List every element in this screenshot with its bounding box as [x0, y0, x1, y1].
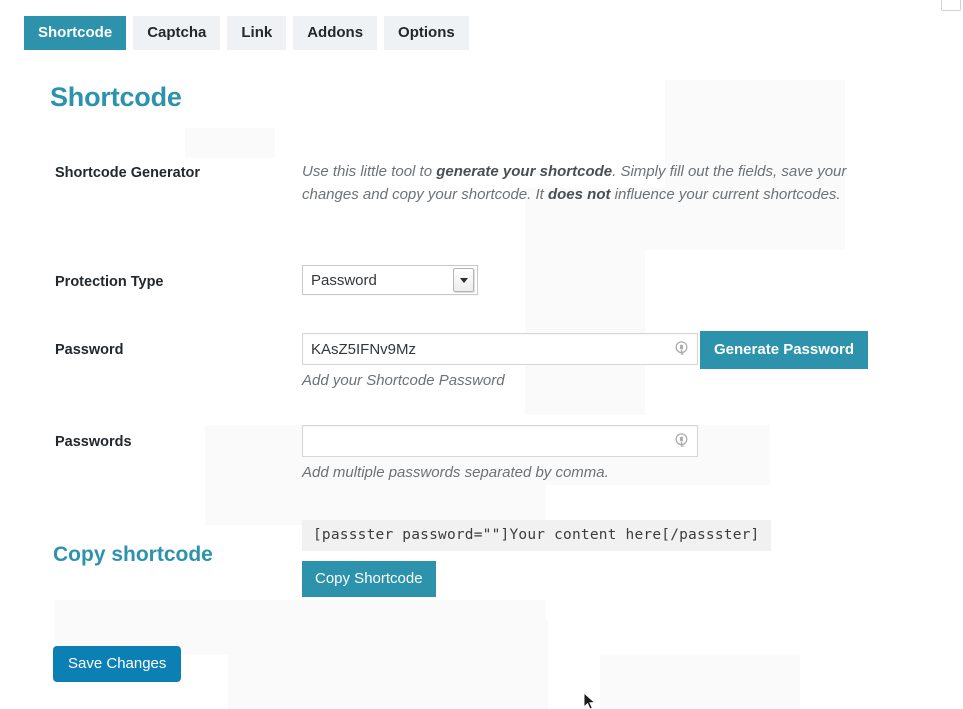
tab-bar: Shortcode Captcha Link Addons Options — [24, 16, 469, 50]
background-artifact — [185, 128, 275, 158]
passwords-help-text: Add multiple passwords separated by comm… — [302, 461, 609, 484]
background-artifact — [600, 655, 800, 709]
corner-artifact — [941, 0, 961, 11]
passwords-input[interactable] — [302, 425, 698, 457]
background-artifact — [228, 620, 548, 709]
tab-options[interactable]: Options — [384, 16, 469, 50]
desc-text-3: influence your current shortcodes. — [610, 186, 840, 203]
generate-password-button[interactable]: Generate Password — [700, 331, 868, 369]
protection-type-select[interactable]: Password — [302, 265, 478, 295]
password-input[interactable] — [302, 333, 698, 365]
copy-shortcode-heading: Copy shortcode — [53, 543, 213, 567]
save-changes-button[interactable]: Save Changes — [53, 646, 181, 682]
desc-bold-2: does not — [548, 186, 611, 203]
shortcode-generator-description: Use this little tool to generate your sh… — [302, 160, 877, 207]
desc-text-1: Use this little tool to — [302, 163, 436, 180]
mouse-cursor — [583, 692, 597, 709]
settings-page: Shortcode Captcha Link Addons Options Sh… — [0, 0, 963, 709]
label-shortcode-generator: Shortcode Generator — [55, 165, 200, 181]
desc-bold-1: generate your shortcode — [436, 163, 612, 180]
label-protection-type: Protection Type — [55, 274, 164, 290]
chevron-down-icon[interactable] — [453, 268, 474, 292]
tab-link[interactable]: Link — [227, 16, 286, 50]
label-passwords: Passwords — [55, 434, 132, 450]
label-password: Password — [55, 342, 124, 358]
tab-shortcode[interactable]: Shortcode — [24, 16, 126, 50]
shortcode-code-block[interactable]: [passster password=""]Your content here[… — [302, 520, 771, 551]
key-icon[interactable] — [673, 432, 690, 449]
page-title: Shortcode — [50, 82, 182, 113]
password-help-text: Add your Shortcode Password — [302, 369, 505, 392]
tab-captcha[interactable]: Captcha — [133, 16, 220, 50]
protection-type-value: Password — [303, 272, 453, 289]
key-icon[interactable] — [673, 340, 690, 357]
copy-shortcode-button[interactable]: Copy Shortcode — [302, 561, 436, 597]
tab-addons[interactable]: Addons — [293, 16, 377, 50]
